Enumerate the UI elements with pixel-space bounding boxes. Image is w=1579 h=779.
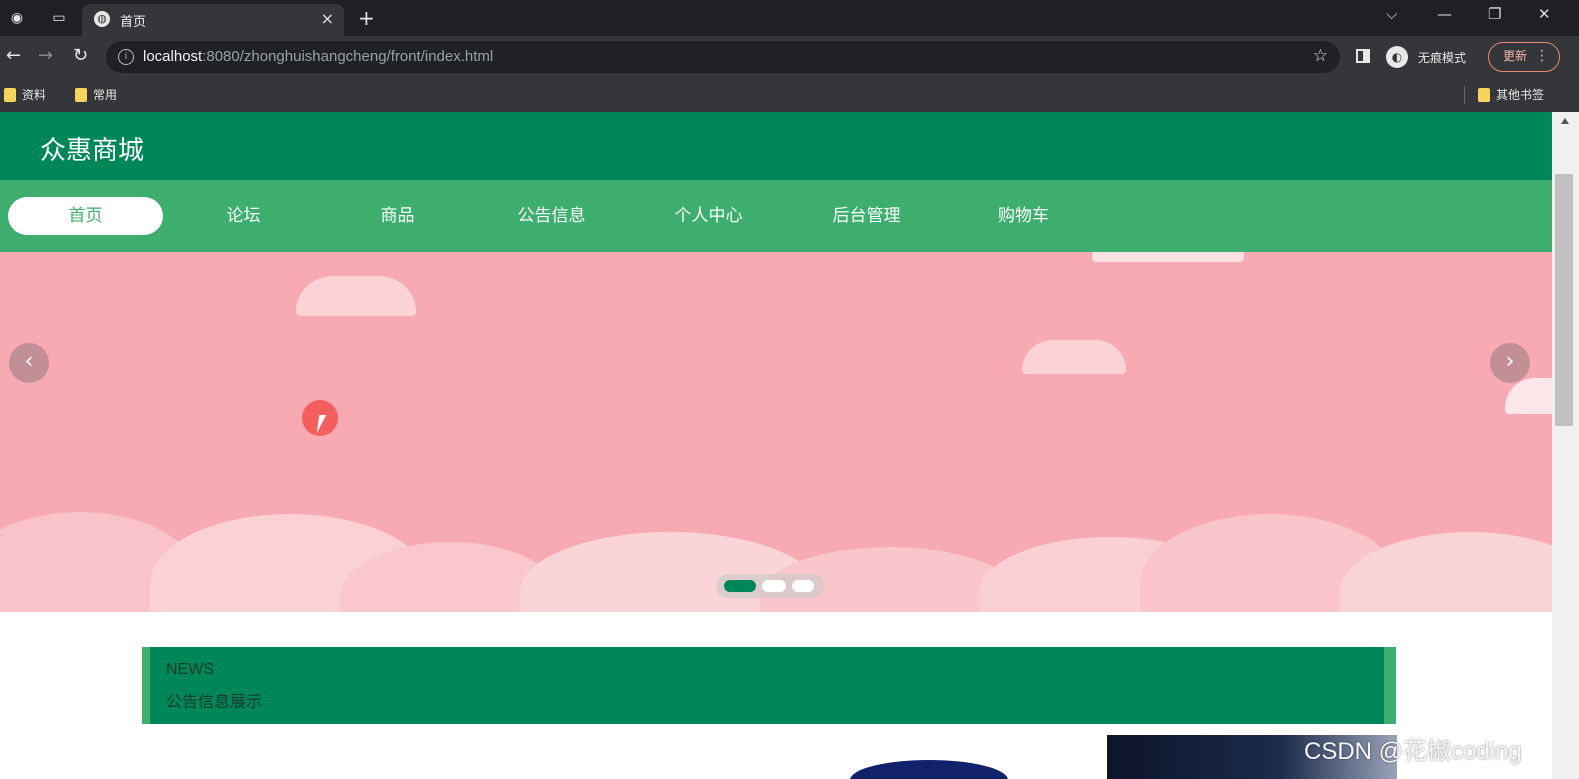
incognito-icon[interactable]: ◐ bbox=[1386, 46, 1408, 68]
incognito-label: 无痕模式 bbox=[1418, 51, 1467, 65]
scroll-up-arrow-icon[interactable] bbox=[1561, 118, 1569, 124]
cloud-decoration bbox=[1505, 378, 1552, 414]
nav-item-home[interactable]: 首页 bbox=[8, 197, 163, 235]
menu-dots-icon[interactable]: ⋮ bbox=[1535, 43, 1549, 70]
nav-item-admin[interactable]: 后台管理 bbox=[789, 197, 944, 235]
site-info-icon[interactable]: i bbox=[118, 49, 134, 65]
window-close-icon[interactable]: ✕ bbox=[1538, 5, 1551, 23]
nav-item-cart[interactable]: 购物车 bbox=[946, 197, 1101, 235]
cloud-decoration bbox=[296, 276, 416, 316]
carousel-dot-2[interactable] bbox=[762, 580, 786, 592]
tab-favicon-globe-icon: ◍ bbox=[94, 11, 110, 27]
scroll-thumb[interactable] bbox=[1555, 174, 1573, 426]
carousel-indicators bbox=[716, 574, 824, 598]
news-title-en: NEWS bbox=[166, 661, 214, 678]
bookmark-folder-changyong[interactable]: 常用 bbox=[71, 86, 117, 104]
nav-item-products[interactable]: 商品 bbox=[320, 197, 475, 235]
news-section-header: NEWS 公告信息展示 bbox=[142, 647, 1396, 724]
restore-icon[interactable]: ❐ bbox=[1488, 5, 1501, 23]
carousel-dot-3[interactable] bbox=[792, 580, 814, 592]
carousel-banner[interactable]: ‹ › bbox=[0, 252, 1552, 612]
cloud-decoration bbox=[1022, 340, 1126, 374]
new-tab-button[interactable]: + bbox=[358, 6, 375, 30]
folder-icon bbox=[75, 88, 87, 102]
browser-tab-bar: ◉ ▭ ◍ 首页 × + ⌵ — ❐ ✕ bbox=[0, 0, 1579, 36]
side-panel-icon[interactable] bbox=[1356, 49, 1370, 63]
cloud-decoration bbox=[1092, 252, 1244, 262]
bookmarks-bar: 资料 常用 其他书签 bbox=[0, 78, 1579, 112]
browser-toolbar: ← → ↻ i localhost:8080/zhonghuishangchen… bbox=[0, 36, 1579, 78]
site-header: 众惠商城 bbox=[0, 112, 1552, 180]
carousel-next-button[interactable]: › bbox=[1490, 343, 1530, 383]
tab-search-icon[interactable]: ▭ bbox=[50, 9, 68, 27]
nav-item-user-center[interactable]: 个人中心 bbox=[631, 197, 786, 235]
product-image-partial[interactable] bbox=[850, 760, 1008, 779]
bookmarks-divider bbox=[1464, 86, 1465, 104]
forward-arrow-icon[interactable]: → bbox=[38, 46, 53, 66]
folder-icon bbox=[4, 88, 16, 102]
nav-item-announcements[interactable]: 公告信息 bbox=[474, 197, 629, 235]
folder-icon bbox=[1478, 88, 1490, 102]
update-button[interactable]: 更新 ⋮ bbox=[1488, 42, 1560, 72]
carousel-dot-1[interactable] bbox=[724, 580, 756, 592]
reload-icon[interactable]: ↻ bbox=[73, 46, 88, 66]
page-viewport: 众惠商城 首页 论坛 商品 公告信息 个人中心 后台管理 购物车 ‹ › NEW… bbox=[0, 112, 1552, 779]
url-text[interactable]: localhost:8080/zhonghuishangcheng/front/… bbox=[143, 48, 493, 65]
globe-icon[interactable]: ◉ bbox=[8, 9, 26, 27]
browser-tab-home[interactable]: ◍ 首页 × bbox=[82, 4, 344, 36]
tab-close-icon[interactable]: × bbox=[321, 9, 334, 28]
tab-list-chevron-icon[interactable]: ⌵ bbox=[1386, 5, 1397, 23]
watermark: CSDN @花椒coding bbox=[1304, 738, 1522, 765]
nav-item-forum[interactable]: 论坛 bbox=[166, 197, 321, 235]
bookmark-folder-ziliao[interactable]: 资料 bbox=[0, 86, 46, 104]
carousel-prev-button[interactable]: ‹ bbox=[9, 343, 49, 383]
other-bookmarks-folder[interactable]: 其他书签 bbox=[1474, 86, 1544, 104]
page-scrollbar[interactable] bbox=[1552, 112, 1579, 779]
minimize-icon[interactable]: — bbox=[1437, 5, 1452, 23]
site-title: 众惠商城 bbox=[40, 136, 145, 166]
address-bar[interactable]: i localhost:8080/zhonghuishangcheng/fron… bbox=[106, 41, 1340, 73]
back-arrow-icon[interactable]: ← bbox=[6, 46, 21, 66]
news-title-cn: 公告信息展示 bbox=[166, 692, 263, 711]
main-nav: 首页 论坛 商品 公告信息 个人中心 后台管理 购物车 bbox=[0, 180, 1552, 252]
tab-title: 首页 bbox=[120, 14, 147, 29]
screen: ◉ ▭ ◍ 首页 × + ⌵ — ❐ ✕ ← → ↻ i localhost:8… bbox=[0, 0, 1579, 779]
bookmark-star-icon[interactable]: ☆ bbox=[1313, 46, 1328, 66]
